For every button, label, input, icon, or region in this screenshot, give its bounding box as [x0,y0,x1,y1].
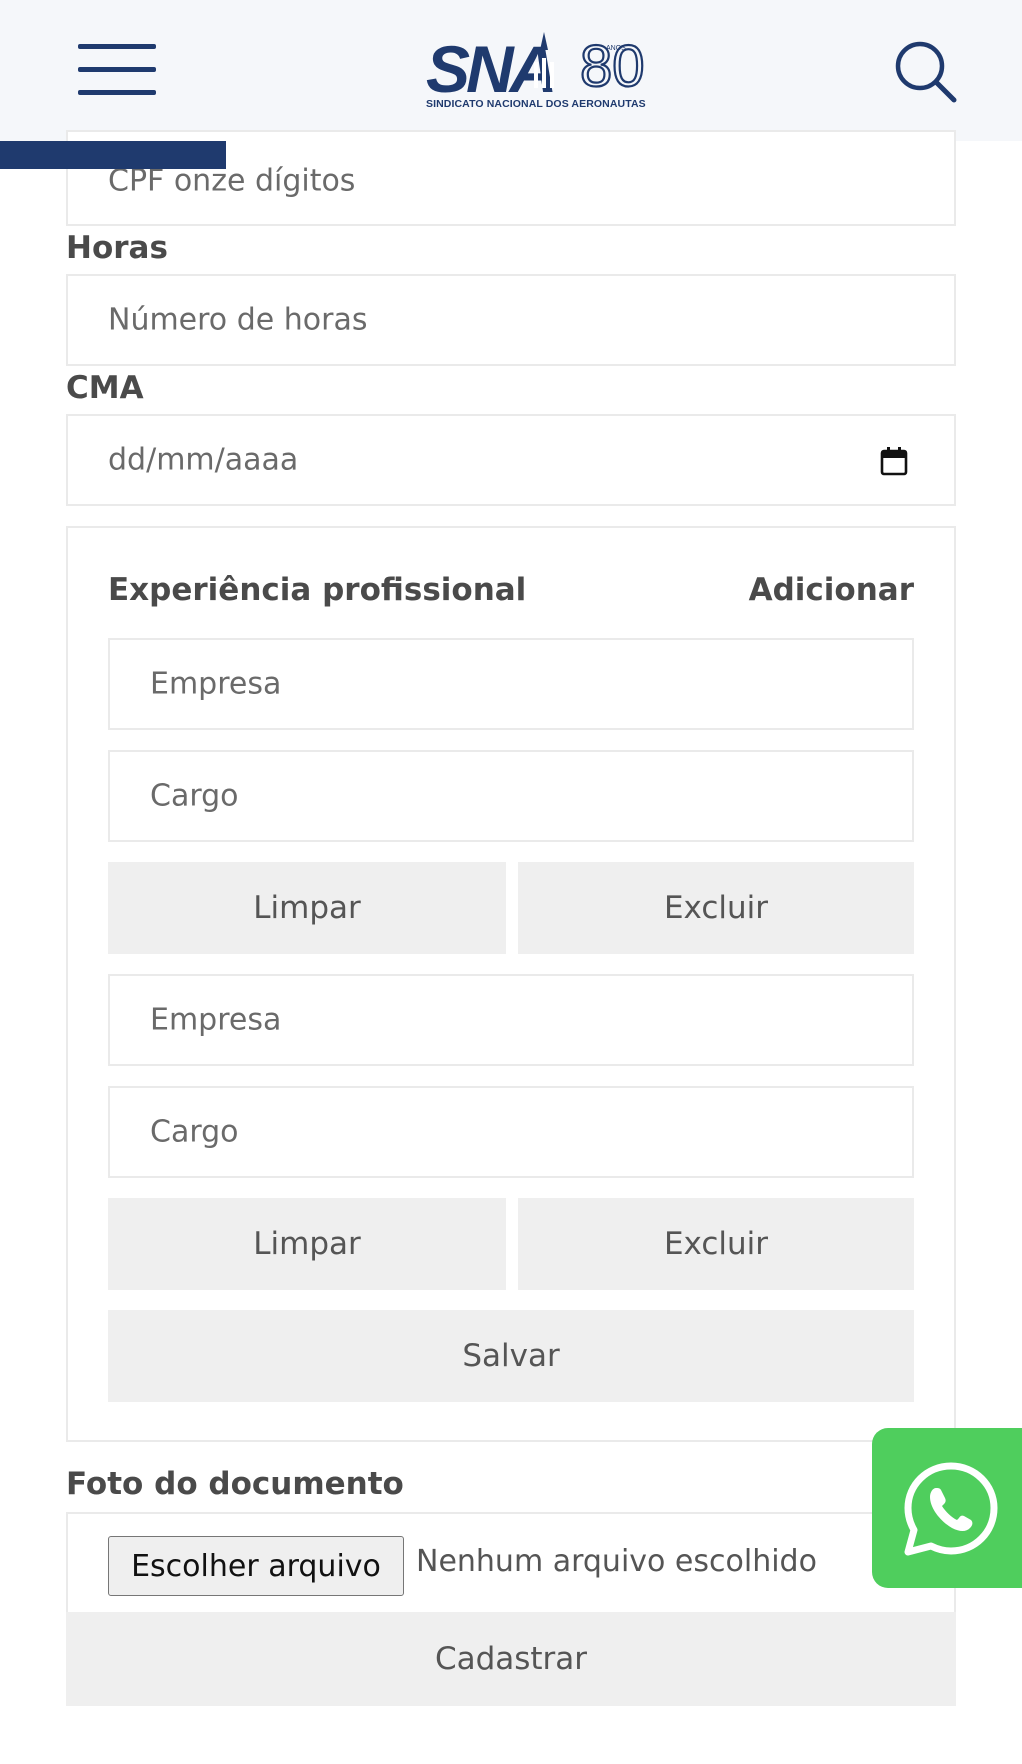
site-header: SNA 80 ANOS SINDICATO NACIONAL DOS AERON… [0,0,1022,141]
role-input[interactable]: Cargo [108,750,914,842]
add-experience-button[interactable]: Adicionar [749,572,914,608]
clear-button[interactable]: Limpar [108,1198,506,1290]
horas-placeholder: Número de horas [108,302,368,338]
experience-title: Experiência profissional [108,572,527,608]
horas-label: Horas [66,230,168,266]
register-button[interactable]: Cadastrar [66,1612,956,1706]
calendar-icon[interactable] [880,446,908,476]
company-input[interactable]: Empresa [108,638,914,730]
cma-label: CMA [66,370,144,406]
cma-date-input[interactable]: dd/mm/aaaa [66,414,956,506]
hamburger-menu-icon[interactable] [78,44,156,96]
company-input[interactable]: Empresa [108,974,914,1066]
experience-panel: Experiência profissional Adicionar Empre… [66,526,956,1442]
sna-logo-mark: SNA 80 ANOS [426,32,646,106]
search-icon[interactable] [892,38,958,104]
role-placeholder: Cargo [150,1114,239,1150]
role-placeholder: Cargo [150,778,239,814]
whatsapp-icon [904,1462,998,1556]
delete-button[interactable]: Excluir [518,1198,914,1290]
document-photo-file-input: Escolher arquivo Nenhum arquivo escolhid… [66,1512,956,1612]
choose-file-button[interactable]: Escolher arquivo [108,1536,404,1596]
logo-subtitle: SINDICATO NACIONAL DOS AERONAUTAS [426,98,646,110]
svg-text:ANOS: ANOS [606,45,626,52]
svg-text:80: 80 [580,34,645,98]
whatsapp-button[interactable] [872,1428,1022,1588]
role-input[interactable]: Cargo [108,1086,914,1178]
loading-progress-bar [0,141,226,169]
clear-button[interactable]: Limpar [108,862,506,954]
company-placeholder: Empresa [150,1002,282,1038]
cma-placeholder: dd/mm/aaaa [108,442,299,478]
file-status-text: Nenhum arquivo escolhido [416,1544,817,1579]
save-experience-button[interactable]: Salvar [108,1310,914,1402]
delete-button[interactable]: Excluir [518,862,914,954]
document-photo-label: Foto do documento [66,1466,404,1502]
company-placeholder: Empresa [150,666,282,702]
sna-logo[interactable]: SNA 80 ANOS SINDICATO NACIONAL DOS AERON… [426,28,650,112]
horas-input[interactable]: Número de horas [66,274,956,366]
